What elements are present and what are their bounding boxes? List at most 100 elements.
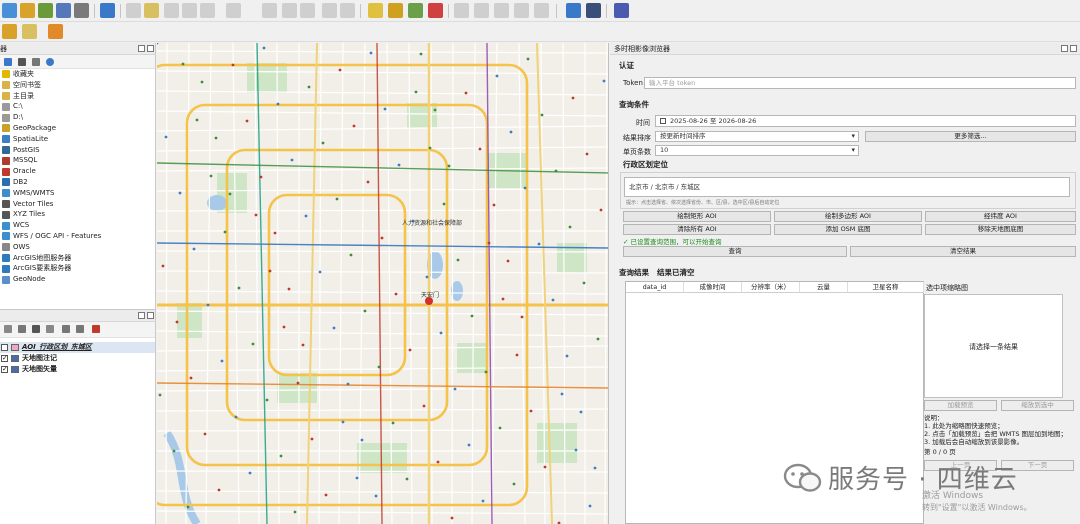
- float-panel-icon[interactable]: [138, 45, 145, 52]
- browser-item[interactable]: WFS / OGC API - Features: [0, 231, 155, 242]
- zoom-to-selected-button[interactable]: 缩放到选中: [1001, 400, 1074, 411]
- cut-icon[interactable]: [262, 3, 277, 18]
- map-canvas[interactable]: 人力资源和社会保障部 天安门: [157, 43, 609, 524]
- label-icon[interactable]: [368, 3, 383, 18]
- remove-tianditu-button[interactable]: 移除天地图底图: [925, 224, 1076, 235]
- col-cloud[interactable]: 云量: [800, 282, 848, 293]
- raster-icon[interactable]: [74, 3, 89, 18]
- open-project-icon[interactable]: [20, 3, 35, 18]
- layer-item[interactable]: 天地图矢量: [0, 364, 155, 375]
- browser-item[interactable]: DB2: [0, 177, 155, 188]
- browser-item[interactable]: D:\: [0, 112, 155, 123]
- browser-item[interactable]: XYZ Tiles: [0, 209, 155, 220]
- expand-all-icon[interactable]: [62, 325, 70, 333]
- lonlat-aoi-button[interactable]: 经纬度 AOI: [925, 211, 1076, 222]
- float-plugin-icon[interactable]: [1061, 45, 1068, 52]
- browser-item[interactable]: Vector Tiles: [0, 199, 155, 210]
- browser-item[interactable]: OWS: [0, 242, 155, 253]
- layer-item[interactable]: AOI_行政区划_东城区: [0, 342, 155, 353]
- browser-item[interactable]: GeoPackage: [0, 123, 155, 134]
- label-move-icon[interactable]: [428, 3, 443, 18]
- layer-toggle-icon[interactable]: [22, 24, 37, 39]
- browser-item[interactable]: 主目录: [0, 91, 155, 102]
- layer-visibility-checkbox[interactable]: [1, 344, 8, 351]
- date-range-input[interactable]: 2025-08-26 至 2026-08-26: [655, 115, 1076, 127]
- col-satellite[interactable]: 卫星名称: [848, 282, 924, 293]
- save-edits-icon[interactable]: [164, 3, 179, 18]
- clear-aoi-button[interactable]: 清除所有 AOI: [623, 224, 771, 235]
- draw-polygon-aoi-button[interactable]: 绘制多边形 AOI: [774, 211, 922, 222]
- load-preview-button[interactable]: 加载预览: [924, 400, 997, 411]
- close-plugin-icon[interactable]: [1070, 45, 1077, 52]
- browser-item[interactable]: 收藏夹: [0, 69, 155, 80]
- layer-filter-icon[interactable]: [32, 325, 40, 333]
- diagram-move-icon[interactable]: [514, 3, 529, 18]
- style-manager-icon[interactable]: [4, 325, 12, 333]
- new-project-icon[interactable]: [2, 3, 17, 18]
- delete-icon[interactable]: [226, 3, 241, 18]
- browser-item[interactable]: WMS/WMTS: [0, 188, 155, 199]
- add-feature-icon[interactable]: [182, 3, 197, 18]
- browser-item[interactable]: SpatiaLite: [0, 134, 155, 145]
- col-resolution[interactable]: 分辨率（米）: [742, 282, 800, 293]
- info-icon[interactable]: [46, 58, 54, 66]
- python-icon[interactable]: [566, 3, 581, 18]
- page-size-select[interactable]: 10: [655, 145, 859, 156]
- redo-icon[interactable]: [340, 3, 355, 18]
- add-group-icon[interactable]: [18, 325, 26, 333]
- browser-item[interactable]: ArcGIS要素服务器: [0, 263, 155, 274]
- refresh-icon[interactable]: [4, 58, 12, 66]
- label-pin-icon[interactable]: [388, 3, 403, 18]
- browser-item[interactable]: ArcGIS地图服务器: [0, 253, 155, 264]
- layer-filter-icon[interactable]: [48, 24, 63, 39]
- token-input[interactable]: 输入平台 token: [644, 77, 1076, 89]
- diagram-icon[interactable]: [494, 3, 509, 18]
- vector-icon[interactable]: [38, 3, 53, 18]
- col-imaging-time[interactable]: 成像时间: [684, 282, 742, 293]
- save-icon[interactable]: [56, 3, 71, 18]
- sort-select[interactable]: 按更新时间排序: [655, 131, 859, 142]
- add-osm-button[interactable]: 添加 OSM 底图: [774, 224, 922, 235]
- layer-visibility-checkbox[interactable]: [1, 353, 8, 364]
- region-cascader[interactable]: 北京市 / 北京市 / 东城区: [624, 177, 1070, 197]
- filter-legend-icon[interactable]: [46, 325, 54, 333]
- label-rotate-icon[interactable]: [454, 3, 469, 18]
- vertex-tool-icon[interactable]: [200, 3, 215, 18]
- browser-item[interactable]: GeoNode: [0, 274, 155, 285]
- edit-toggle-icon[interactable]: [144, 3, 159, 18]
- close-layers-icon[interactable]: [147, 312, 154, 319]
- calendar-icon[interactable]: [660, 118, 666, 124]
- browser-item[interactable]: 空间书签: [0, 80, 155, 91]
- edit-pencil-icon[interactable]: [126, 3, 141, 18]
- digitize-icon[interactable]: [100, 3, 115, 18]
- layer-item[interactable]: 天地图注记: [0, 353, 155, 364]
- activate-windows-hint: 转到"设置"以激活 Windows。: [922, 503, 1032, 512]
- label-show-icon[interactable]: [408, 3, 423, 18]
- clear-results-button[interactable]: 清空结果: [850, 246, 1076, 257]
- collapse-icon[interactable]: [32, 58, 40, 66]
- diagram-settings-icon[interactable]: [534, 3, 549, 18]
- browser-item[interactable]: MSSQL: [0, 155, 155, 166]
- more-filter-button[interactable]: 更多筛选...: [865, 131, 1076, 142]
- paste-icon[interactable]: [300, 3, 315, 18]
- browser-item[interactable]: WCS: [0, 220, 155, 231]
- collapse-all-icon[interactable]: [76, 325, 84, 333]
- draw-rect-aoi-button[interactable]: 绘制矩形 AOI: [623, 211, 771, 222]
- col-data-id[interactable]: data_id: [626, 282, 684, 293]
- copy-icon[interactable]: [282, 3, 297, 18]
- undo-icon[interactable]: [322, 3, 337, 18]
- poi-marker: [464, 91, 468, 95]
- layer-style-icon[interactable]: [2, 24, 17, 39]
- plugin-icon[interactable]: [586, 3, 601, 18]
- filter-icon[interactable]: [18, 58, 26, 66]
- label-change-icon[interactable]: [474, 3, 489, 18]
- help-icon[interactable]: [614, 3, 629, 18]
- close-panel-icon[interactable]: [147, 45, 154, 52]
- float-layers-icon[interactable]: [138, 312, 145, 319]
- browser-item[interactable]: C:\: [0, 101, 155, 112]
- layer-visibility-checkbox[interactable]: [1, 364, 8, 375]
- browser-item[interactable]: PostGIS: [0, 145, 155, 156]
- remove-layer-icon[interactable]: [92, 325, 100, 333]
- browser-item[interactable]: Oracle: [0, 166, 155, 177]
- query-button[interactable]: 查询: [623, 246, 847, 257]
